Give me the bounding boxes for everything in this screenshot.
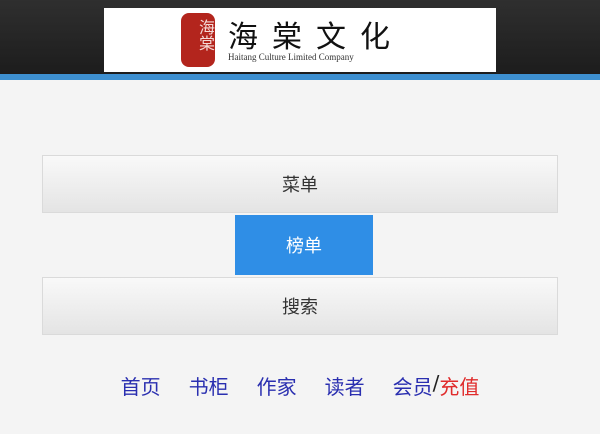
header-accent-line [0,74,600,80]
brand-logo[interactable]: 海棠 海棠文化 Haitang Culture Limited Company [104,8,496,72]
brand-title: 海棠文化 [228,20,404,55]
nav-author-link[interactable]: 作家 [257,371,297,400]
nav-member-group: 会员 / 充值 [393,371,480,400]
nav-separator: / [432,370,440,395]
menu-button[interactable]: 菜单 [42,155,558,213]
seal-text: 海棠 [196,19,215,51]
brand-subtitle: Haitang Culture Limited Company [228,52,354,62]
search-button[interactable]: 搜索 [42,277,558,335]
seal-stamp-icon: 海棠 [181,13,215,67]
nav-bookshelf-link[interactable]: 书柜 [189,371,229,400]
nav-recharge-link[interactable]: 充值 [439,371,479,400]
nav-member-link[interactable]: 会员 [393,371,433,400]
bottom-nav: 首页 书柜 作家 读者 会员 / 充值 [0,368,600,402]
nav-home-link[interactable]: 首页 [121,371,161,400]
nav-reader-link[interactable]: 读者 [325,371,365,400]
ranking-button[interactable]: 榜单 [235,215,373,275]
